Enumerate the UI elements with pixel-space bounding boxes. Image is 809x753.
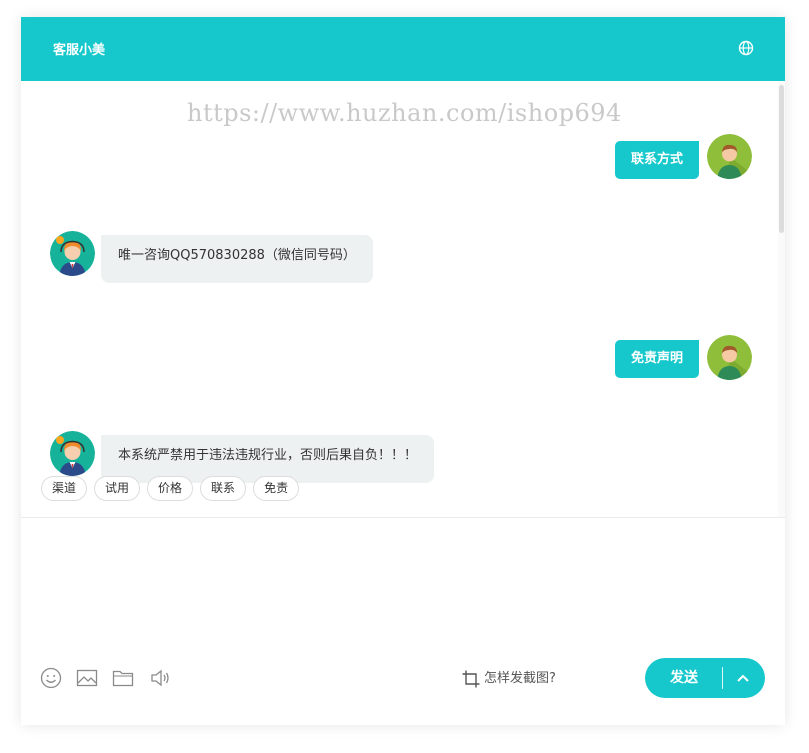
- emoji-icon[interactable]: [39, 666, 63, 690]
- quick-reply-disclaimer[interactable]: 免责: [253, 476, 300, 501]
- chat-window: 客服小美 https://www.huzhan.com/ishop694 联系方…: [21, 17, 785, 725]
- screenshot-hint-text: 怎样发截图?: [484, 671, 556, 686]
- chat-header: 客服小美: [21, 17, 785, 81]
- quick-reply-price[interactable]: 价格: [147, 476, 194, 501]
- speaker-icon[interactable]: [148, 666, 172, 690]
- screenshot-help-link[interactable]: 怎样发截图?: [461, 667, 556, 687]
- message-input[interactable]: [21, 518, 785, 648]
- header-title: 客服小美: [53, 43, 106, 58]
- quick-reply-channel[interactable]: 渠道: [41, 476, 88, 501]
- watermark: https://www.huzhan.com/ishop694: [187, 99, 622, 127]
- quick-reply-contact[interactable]: 联系: [200, 476, 247, 501]
- agent-avatar: [50, 431, 95, 476]
- message-bubble-incoming[interactable]: 唯一咨询QQ570830288（微信同号码）: [101, 235, 373, 283]
- folder-icon[interactable]: [111, 666, 135, 690]
- crop-icon: [462, 670, 480, 687]
- scrollbar[interactable]: [778, 81, 785, 517]
- agent-avatar: [50, 231, 95, 276]
- message-bubble-outgoing[interactable]: 联系方式: [614, 141, 699, 179]
- send-button[interactable]: 发送: [645, 658, 723, 698]
- send-button-group: 发送: [645, 658, 765, 698]
- message-list[interactable]: https://www.huzhan.com/ishop694 联系方式 唯一咨…: [21, 81, 785, 517]
- image-icon[interactable]: [75, 666, 99, 690]
- chevron-up-icon[interactable]: [723, 658, 765, 698]
- user-avatar: [707, 335, 752, 380]
- quick-reply-trial[interactable]: 试用: [94, 476, 141, 501]
- globe-icon[interactable]: [738, 40, 754, 56]
- quick-reply-bar: 渠道 试用 价格 联系 免责: [41, 476, 306, 502]
- scrollbar-thumb[interactable]: [779, 85, 784, 233]
- message-bubble-outgoing[interactable]: 免责声明: [614, 340, 699, 378]
- user-avatar: [707, 134, 752, 179]
